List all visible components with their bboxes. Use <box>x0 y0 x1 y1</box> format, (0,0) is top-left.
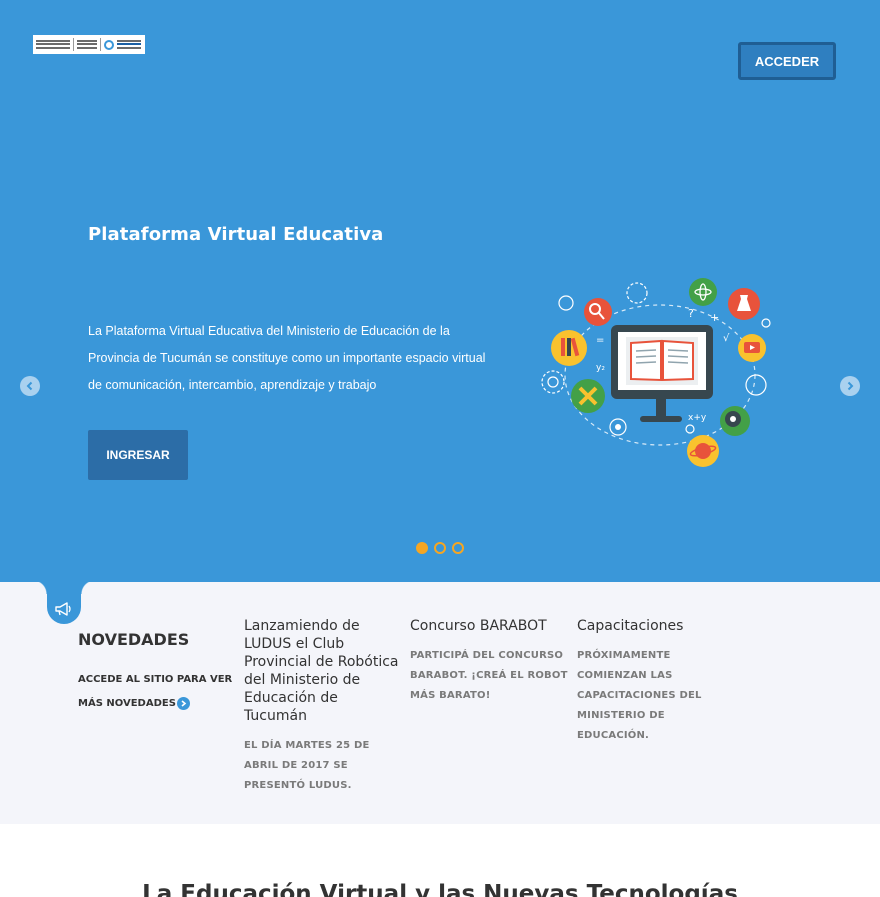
ministry-logo[interactable] <box>33 35 145 54</box>
carousel-next-button[interactable] <box>840 376 860 396</box>
svg-text:x+y: x+y <box>688 413 707 423</box>
carousel-indicators <box>416 542 464 554</box>
novedades-link[interactable]: ACCEDE AL SITIO PARA VER MÁS NOVEDADES <box>78 668 243 716</box>
logo-segment <box>36 39 70 50</box>
novedades-title: NOVEDADES <box>78 630 190 649</box>
chevron-right-icon <box>847 381 854 391</box>
logo-segment <box>117 39 141 50</box>
carousel-dot-1[interactable] <box>416 542 428 554</box>
carousel-dot-2[interactable] <box>434 542 446 554</box>
carousel-prev-button[interactable] <box>20 376 40 396</box>
news-item-summary: PARTICIPÁ DEL CONCURSO BARABOT. ¡CREÁ EL… <box>410 650 568 701</box>
news-item[interactable]: Lanzamiendo de LUDUS el Club Provincial … <box>244 617 404 796</box>
svg-text:y₂: y₂ <box>596 363 605 373</box>
chevron-left-icon <box>26 381 33 391</box>
svg-text:=: = <box>596 335 604 346</box>
news-item-title[interactable]: Capacitaciones <box>577 617 737 635</box>
news-item-title[interactable]: Lanzamiendo de LUDUS el Club Provincial … <box>244 617 404 725</box>
chevron-right-circle-icon[interactable] <box>176 696 190 710</box>
acceder-button[interactable]: ACCEDER <box>738 42 836 80</box>
logo-emblem-icon <box>104 39 114 50</box>
logo-divider <box>100 38 101 51</box>
carousel-dot-3[interactable] <box>452 542 464 554</box>
megaphone-icon <box>55 602 71 616</box>
hero-title: Plataforma Virtual Educativa <box>88 224 384 245</box>
section-title: La Educación Virtual y las Nuevas Tecnol… <box>142 881 738 897</box>
news-item-summary: EL DÍA MARTES 25 DE ABRIL DE 2017 SE PRE… <box>244 740 370 791</box>
news-item-summary: PRÓXIMAMENTE COMIENZAN LAS CAPACITACIONE… <box>577 650 702 741</box>
hero-description: La Plataforma Virtual Educativa del Mini… <box>88 324 486 392</box>
svg-text:+: + <box>710 311 719 324</box>
news-item-title[interactable]: Concurso BARABOT <box>410 617 570 635</box>
ingresar-button[interactable]: INGRESAR <box>88 430 188 480</box>
svg-text:√: √ <box>723 333 730 344</box>
logo-segment <box>77 39 97 50</box>
news-tab <box>33 580 95 624</box>
news-item[interactable]: Concurso BARABOT PARTICIPÁ DEL CONCURSO … <box>410 617 570 706</box>
news-section: NOVEDADES ACCEDE AL SITIO PARA VER MÁS N… <box>0 580 880 824</box>
logo-divider <box>73 38 74 51</box>
news-item[interactable]: Capacitaciones PRÓXIMAMENTE COMIENZAN LA… <box>577 617 737 746</box>
novedades-link-label[interactable]: ACCEDE AL SITIO PARA VER MÁS NOVEDADES <box>78 674 232 709</box>
svg-text:?: ? <box>688 307 694 320</box>
hero-carousel: ACCEDER Plataforma Virtual Educativa La … <box>0 0 880 582</box>
education-technology-illustration: ? + √ = y₂ x+y <box>541 278 771 467</box>
